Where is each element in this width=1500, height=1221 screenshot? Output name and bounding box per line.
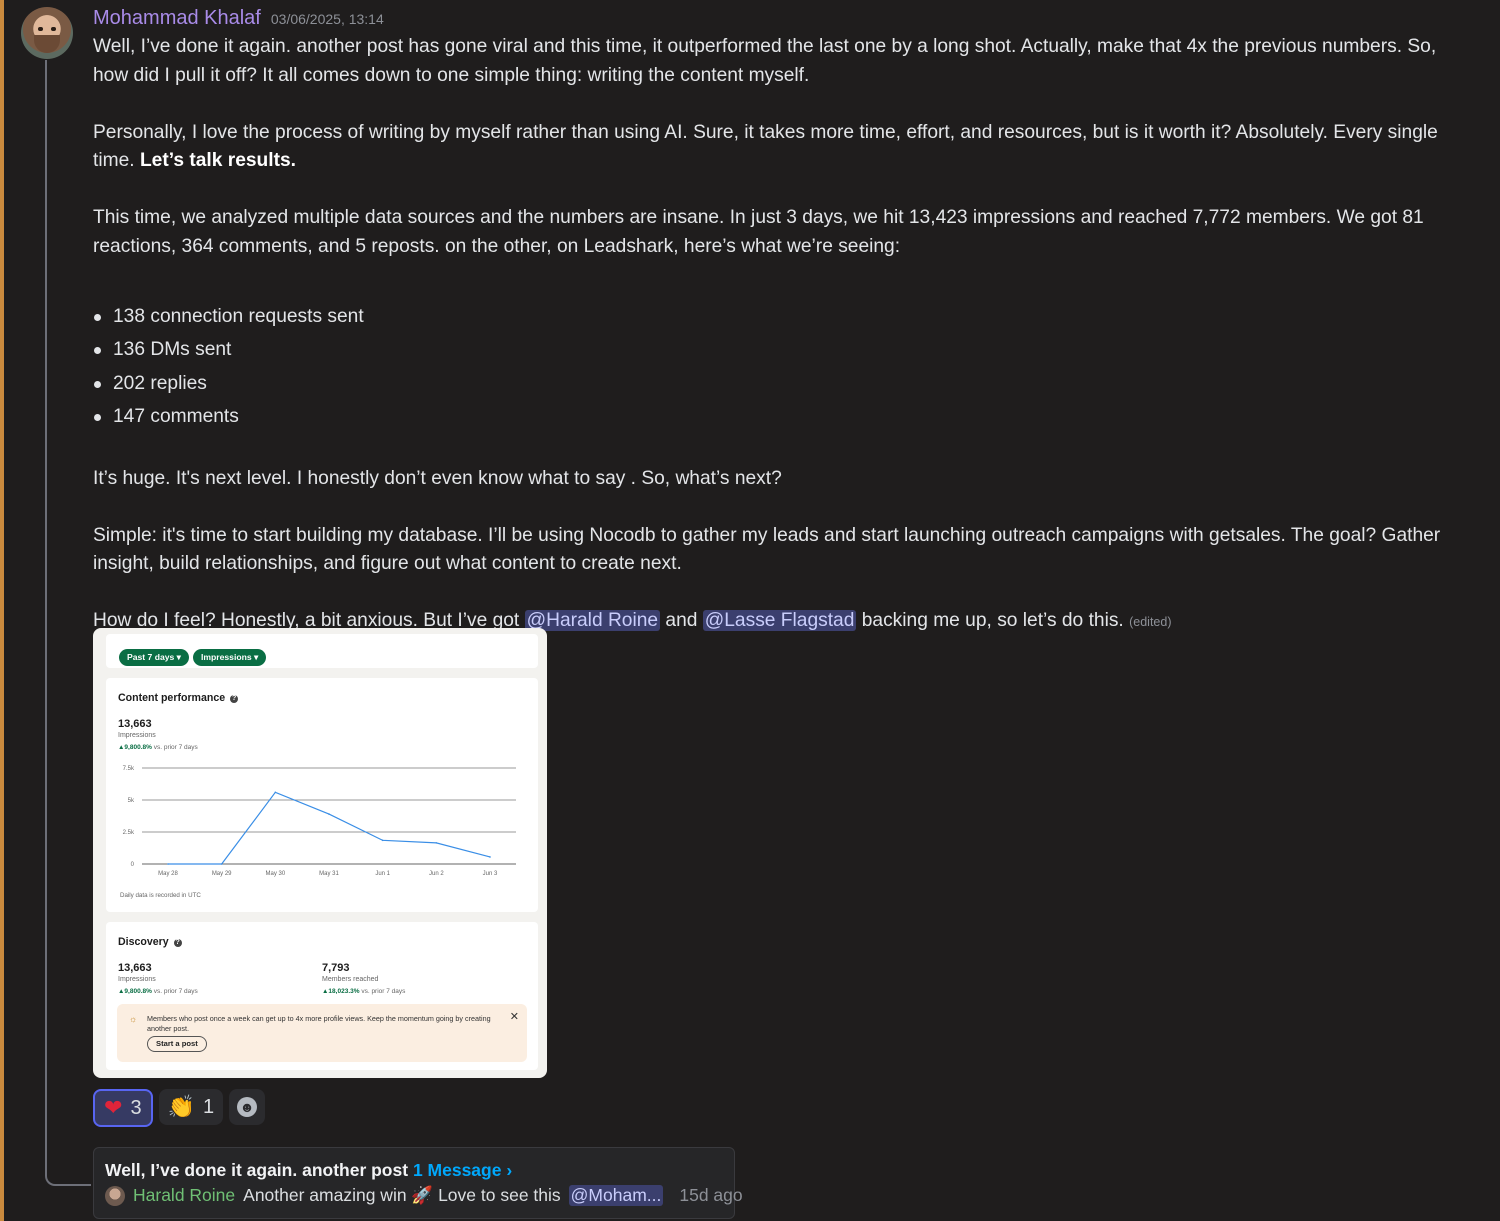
message-content: Well, I’ve done it again. another post h… (93, 33, 1473, 637)
content-performance-title-text: Content performance (118, 692, 226, 704)
close-icon: ✕ (509, 1011, 519, 1023)
add-reaction-button[interactable]: ☻ (229, 1089, 266, 1125)
reaction-clap-count: 1 (202, 1095, 215, 1118)
thread-mention[interactable]: @Moham... (568, 1185, 664, 1206)
list-item: 138 connection requests sent (94, 303, 1473, 337)
perf-delta: ▲9,800.8% vs. prior 7 days (118, 744, 198, 751)
reaction-clap[interactable]: 👏 1 (158, 1089, 224, 1125)
thread-preview[interactable]: Well, I’ve done it again. another post 1… (93, 1147, 743, 1219)
notice-text: Members who post once a week can get up … (147, 1014, 491, 1033)
thread-message-count[interactable]: 1 Message › (413, 1160, 512, 1180)
help-icon: ? (230, 695, 239, 703)
post-tip-notice: ☼ Members who post once a week can get u… (117, 1004, 527, 1062)
message-header: Mohammad Khalaf 03/06/2025, 13:14 (93, 7, 384, 30)
thread-last-message: Harald Roine Another amazing win 🚀 Love … (105, 1185, 743, 1206)
x-tick-label: May 30 (265, 871, 285, 877)
mention-harald-roine[interactable]: @Harald Roine (524, 610, 661, 631)
filter-metric-pill: Impressions ▾ (193, 649, 267, 666)
avatar (105, 1185, 125, 1206)
x-tick-label: Jun 3 (483, 871, 498, 877)
x-tick-label: Jun 2 (429, 871, 444, 877)
impressions-line-chart: 0 2.5k 5k 7.5k May 28 May 29 May 30 May 31 Jun 1… (123, 766, 516, 877)
x-tick-label: Jun 1 (375, 871, 390, 877)
list-item: 136 DMs sent (94, 336, 1473, 370)
perf-impressions-label: Impressions (118, 732, 156, 739)
disc-reach-label: Members reached (322, 976, 379, 983)
heart-icon: ❤ (104, 1095, 123, 1120)
list-item: 147 comments (94, 403, 1473, 437)
discovery-title-text: Discovery (118, 936, 169, 948)
reaction-heart-count: 3 (130, 1096, 142, 1119)
y-tick-label: 0 (131, 862, 135, 868)
data-point (435, 842, 438, 844)
thread-title-row: Well, I’ve done it again. another post 1… (105, 1160, 512, 1181)
paragraph-2: Personally, I love the process of writin… (93, 119, 1473, 176)
mention-lasse-flagstad[interactable]: @Lasse Flagstad (702, 610, 857, 631)
list-item: 202 replies (94, 370, 1473, 404)
paragraph-3: This time, we analyzed multiple data sou… (93, 207, 1424, 257)
help-icon: ? (173, 939, 182, 947)
paragraph-4: It’s huge. It's next level. I honestly d… (93, 467, 782, 489)
y-tick-label: 7.5k (123, 766, 135, 772)
data-point (489, 856, 491, 858)
edited-label: (edited) (1129, 615, 1172, 629)
content-performance-title: Content performance? (118, 692, 239, 704)
x-tick-label: May 28 (158, 871, 178, 877)
paragraph-2-bold: Let’s talk results. (139, 150, 296, 171)
filter-date-pill: Past 7 days ▾ (119, 649, 189, 666)
disc-impressions-delta-value: ▲9,800.8% (118, 988, 152, 995)
thread-connector-line (45, 60, 91, 1186)
paragraph-5: Simple: it's time to start building my d… (93, 524, 1441, 575)
x-tick-label: May 31 (319, 871, 339, 877)
disc-impressions-label: Impressions (118, 976, 156, 983)
data-point (381, 839, 384, 842)
disc-impressions-value: 13,663 (118, 962, 152, 974)
reactions-bar: ❤ 3 👏 1 ☻ (93, 1089, 266, 1127)
author-name[interactable]: Mohammad Khalaf (93, 7, 261, 30)
highlight-accent-bar (0, 0, 4, 1221)
perf-delta-suffix: vs. prior 7 days (153, 744, 198, 751)
y-tick-label: 5k (128, 798, 135, 804)
disc-reach-value: 7,793 (322, 962, 350, 974)
attachment-image[interactable]: Past 7 days ▾ Impressions ▾ Content perf… (93, 628, 547, 1078)
perf-delta-value: ▲9,800.8% (118, 744, 152, 751)
chart-note: Daily data is recorded in UTC (120, 892, 201, 899)
y-tick-label: 2.5k (123, 830, 135, 836)
disc-reach-delta-value: ▲18,023.3% (322, 988, 360, 995)
data-point (328, 813, 330, 815)
thread-last-author[interactable]: Harald Roine (133, 1185, 235, 1206)
disc-impressions-delta: ▲9,800.8% vs. prior 7 days (118, 988, 198, 995)
thread-last-text: Another amazing win 🚀 Love to see this (243, 1185, 561, 1205)
author-avatar[interactable] (21, 7, 73, 59)
discovery-title: Discovery? (118, 936, 182, 948)
clapping-hands-icon: 👏 (167, 1094, 195, 1119)
content-performance-card: Content performance? 13,663 Impressions … (106, 678, 538, 912)
results-list: 138 connection requests sent 136 DMs sen… (93, 303, 1473, 437)
data-point (167, 863, 169, 865)
start-a-post-button: Start a post (147, 1036, 207, 1052)
paragraph-1: Well, I’ve done it again. another post h… (93, 36, 1437, 86)
disc-impressions-delta-suffix: vs. prior 7 days (153, 988, 198, 995)
thread-time-ago: 15d ago (679, 1185, 743, 1205)
filter-bar: Past 7 days ▾ Impressions ▾ (106, 634, 538, 668)
disc-reach-delta-suffix: vs. prior 7 days (361, 988, 406, 995)
lightbulb-icon: ☼ (129, 1014, 138, 1024)
paragraph-6-end: backing me up, so let’s do this. (861, 610, 1124, 631)
disc-reach-delta: ▲18,023.3% vs. prior 7 days (322, 988, 405, 995)
message-timestamp[interactable]: 03/06/2025, 13:14 (271, 11, 384, 27)
smiley-icon: ☻ (237, 1097, 258, 1117)
reaction-heart[interactable]: ❤ 3 (93, 1089, 153, 1127)
paragraph-6-and: and (665, 610, 698, 631)
thread-title: Well, I’ve done it again. another post (105, 1160, 409, 1180)
data-point (220, 863, 223, 865)
x-tick-label: May 29 (212, 871, 232, 877)
data-point (274, 791, 277, 794)
perf-impressions-value: 13,663 (118, 718, 152, 730)
series-line (168, 791, 491, 865)
